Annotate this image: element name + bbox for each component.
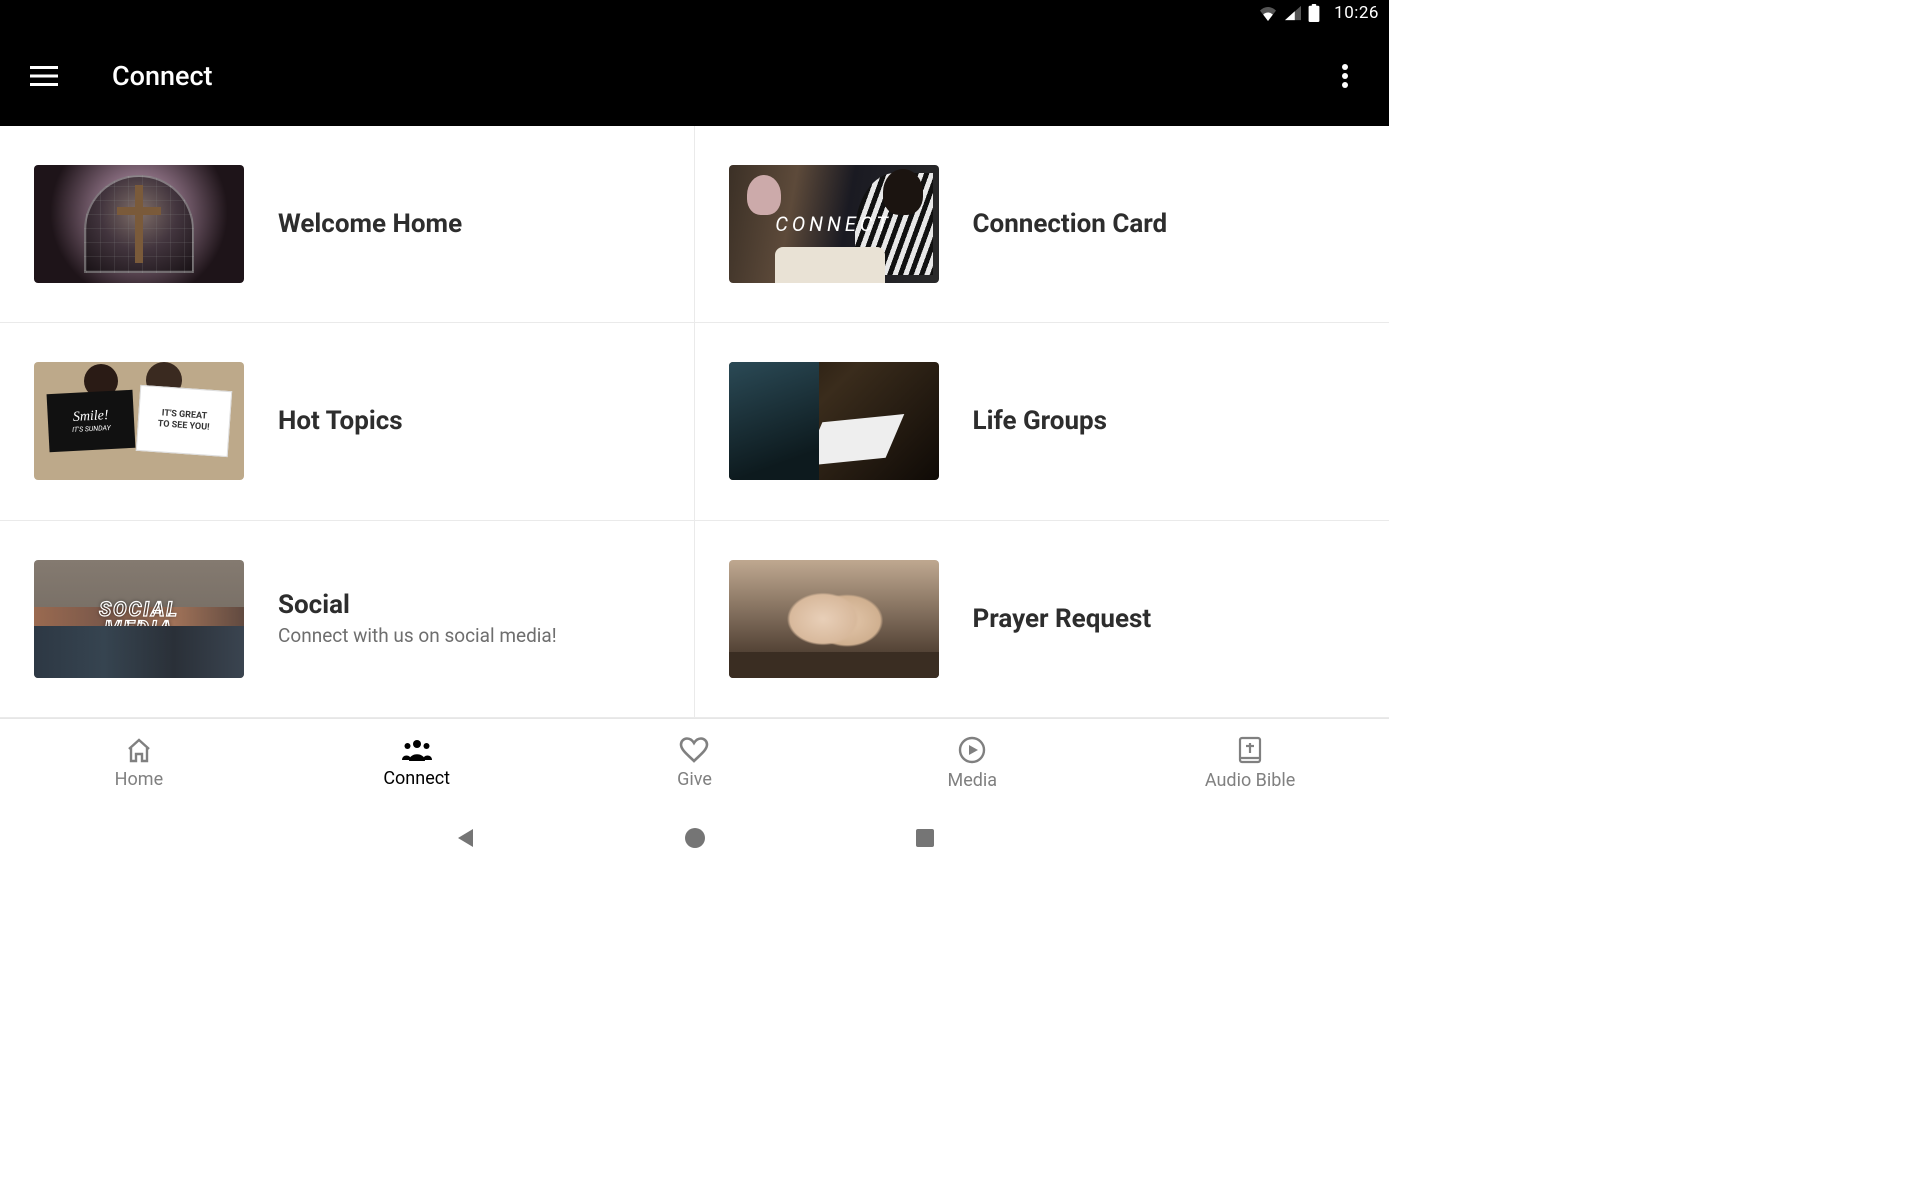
wifi-icon — [1258, 5, 1278, 21]
android-soft-nav — [0, 808, 1389, 868]
home-button[interactable] — [680, 823, 710, 853]
thumbnail — [729, 560, 939, 678]
menu-button[interactable] — [24, 56, 64, 96]
nav-media[interactable]: Media — [833, 719, 1111, 808]
square-recents-icon — [914, 827, 936, 849]
item-title: Prayer Request — [973, 604, 1152, 634]
recents-button[interactable] — [910, 823, 940, 853]
thumbnail — [34, 165, 244, 283]
item-title: Welcome Home — [278, 209, 462, 239]
nav-label: Media — [947, 770, 997, 791]
cell-signal-icon — [1284, 5, 1302, 21]
battery-icon — [1308, 4, 1320, 22]
status-clock: 10:26 — [1334, 3, 1379, 23]
nav-home[interactable]: Home — [0, 719, 278, 808]
list-item-social[interactable]: SOCIAL MEDIA Social Connect with us on s… — [0, 521, 695, 718]
thumbnail — [729, 362, 939, 480]
nav-label: Audio Bible — [1205, 770, 1295, 791]
circle-home-icon — [683, 826, 707, 850]
list-item-welcome-home[interactable]: Welcome Home — [0, 126, 695, 323]
item-subtitle: Connect with us on social media! — [278, 624, 557, 647]
triangle-back-icon — [453, 826, 477, 850]
hamburger-icon — [30, 66, 58, 86]
page-title: Connect — [112, 60, 1325, 92]
android-status-bar: 10:26 — [0, 0, 1389, 26]
list-item-connection-card[interactable]: CONNECT Connection Card — [695, 126, 1390, 323]
thumbnail-overlay-text: CONNECT — [729, 165, 939, 283]
home-icon — [125, 737, 153, 763]
item-title: Social — [278, 590, 557, 620]
content-grid: Welcome Home CONNECT Connection Card Smi… — [0, 126, 1389, 718]
heart-icon — [679, 737, 709, 763]
item-title: Hot Topics — [278, 406, 403, 436]
more-vert-icon — [1342, 64, 1348, 88]
nav-label: Connect — [383, 768, 450, 789]
nav-label: Give — [677, 769, 712, 790]
thumbnail: Smile!IT'S SUNDAY IT'S GREATTO SEE YOU! — [34, 362, 244, 480]
item-title: Life Groups — [973, 406, 1108, 436]
nav-connect[interactable]: Connect — [278, 719, 556, 808]
thumbnail: SOCIAL MEDIA — [34, 560, 244, 678]
list-item-prayer-request[interactable]: Prayer Request — [695, 521, 1390, 718]
thumbnail-overlay-text: SOCIAL MEDIA — [34, 560, 244, 678]
bottom-nav: Home Connect Give Media Audio Bible — [0, 718, 1389, 808]
back-button[interactable] — [450, 823, 480, 853]
overflow-menu-button[interactable] — [1325, 56, 1365, 96]
play-circle-icon — [958, 736, 986, 764]
app-bar: Connect — [0, 26, 1389, 126]
people-icon — [400, 738, 434, 762]
thumbnail: CONNECT — [729, 165, 939, 283]
list-item-hot-topics[interactable]: Smile!IT'S SUNDAY IT'S GREATTO SEE YOU! … — [0, 323, 695, 520]
nav-audio-bible[interactable]: Audio Bible — [1111, 719, 1389, 808]
list-item-life-groups[interactable]: Life Groups — [695, 323, 1390, 520]
bible-icon — [1237, 736, 1263, 764]
item-title: Connection Card — [973, 209, 1168, 239]
nav-label: Home — [115, 769, 163, 790]
nav-give[interactable]: Give — [556, 719, 834, 808]
